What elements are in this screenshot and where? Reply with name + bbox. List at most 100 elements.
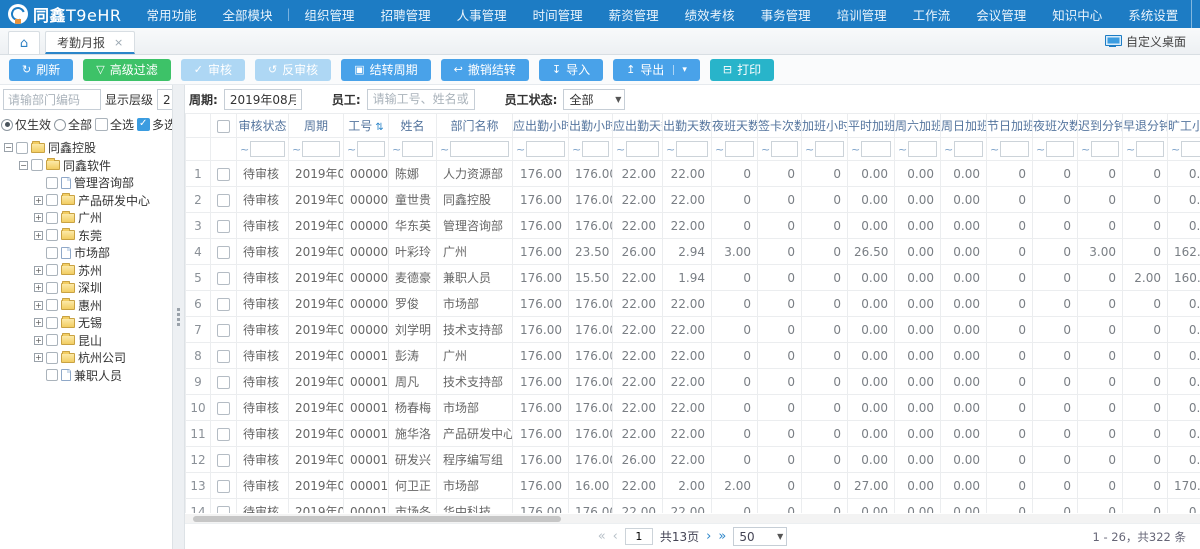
col-header-empno[interactable]: 工号 ⇅ <box>344 114 389 138</box>
tree-item-苏州[interactable]: +苏州 <box>2 262 172 280</box>
sort-icon[interactable]: ⇅ <box>372 122 384 133</box>
tree-checkbox[interactable] <box>46 299 58 311</box>
filter-input-absent[interactable] <box>1181 141 1200 157</box>
filter-input-d_act[interactable] <box>676 141 708 157</box>
刷新-button[interactable]: ↻刷新 <box>9 59 73 81</box>
filter-input-period[interactable] <box>302 141 340 157</box>
row-checkbox[interactable] <box>217 272 230 285</box>
nav-item-5[interactable]: 人事管理 <box>444 0 520 28</box>
option-全部[interactable]: 全部 <box>54 116 92 133</box>
col-header-ot_sun[interactable]: 周日加班 <box>941 114 987 138</box>
col-header-d_due[interactable]: 应出勤天数 <box>613 114 663 138</box>
expand-node-icon[interactable]: + <box>34 283 43 292</box>
nav-item-12[interactable]: 会议管理 <box>963 0 1039 28</box>
tree-checkbox[interactable] <box>46 317 58 329</box>
expand-node-icon[interactable]: + <box>34 336 43 345</box>
导出-button[interactable]: ↥导出▾ <box>613 59 700 81</box>
filter-input-h_act[interactable] <box>582 141 609 157</box>
nav-item-9[interactable]: 事务管理 <box>748 0 824 28</box>
tree-item-东莞[interactable]: +东莞 <box>2 227 172 245</box>
radio-全部[interactable] <box>54 119 66 131</box>
filter-input-ot_hol[interactable] <box>1000 141 1029 157</box>
nav-item-1[interactable]: 常用功能 <box>133 0 209 28</box>
employee-status-select[interactable]: 全部▼ <box>563 89 625 110</box>
tree-checkbox[interactable] <box>46 247 58 259</box>
col-header-period[interactable]: 周期 <box>289 114 344 138</box>
tree-item-兼职人员[interactable]: 兼职人员 <box>2 367 172 385</box>
sidebar-splitter[interactable] <box>172 85 185 549</box>
col-header-d_act[interactable]: 出勤天数 <box>663 114 712 138</box>
row-checkbox[interactable] <box>217 376 230 389</box>
tree-item-广州[interactable]: +广州 <box>2 209 172 227</box>
col-header-h_act[interactable]: 出勤小时 <box>569 114 613 138</box>
tree-checkbox[interactable] <box>46 194 58 206</box>
expand-node-icon[interactable]: + <box>34 318 43 327</box>
tree-item-深圳[interactable]: +深圳 <box>2 279 172 297</box>
tree-item-杭州公司[interactable]: +杭州公司 <box>2 349 172 367</box>
next-page-button[interactable]: › <box>706 530 711 543</box>
option-仅生效[interactable]: 仅生效 <box>1 116 51 133</box>
tab-home[interactable]: ⌂ <box>8 31 40 54</box>
custom-desktop-button[interactable]: 自定义桌面 <box>1105 33 1192 50</box>
prev-page-button[interactable]: ‹ <box>613 530 618 543</box>
select-all-checkbox[interactable] <box>217 120 230 133</box>
tree-checkbox[interactable] <box>46 334 58 346</box>
row-checkbox[interactable] <box>217 454 230 467</box>
filter-input-night_n[interactable] <box>1046 141 1074 157</box>
filter-input-name[interactable] <box>402 141 433 157</box>
col-header-sign[interactable]: 签卡次数 <box>758 114 802 138</box>
last-page-button[interactable]: » <box>718 530 726 543</box>
row-checkbox[interactable] <box>217 402 230 415</box>
page-size-select[interactable]: 50▼ <box>733 527 787 546</box>
filter-input-d_due[interactable] <box>626 141 659 157</box>
tab-attendance-report[interactable]: 考勤月报 × <box>45 31 135 54</box>
nav-item-13[interactable]: 知识中心 <box>1039 0 1115 28</box>
col-header-dept[interactable]: 部门名称 <box>437 114 513 138</box>
row-checkbox[interactable] <box>217 246 230 259</box>
employee-search-input[interactable] <box>367 89 475 110</box>
tree-checkbox[interactable] <box>46 369 58 381</box>
filter-input-ot[interactable] <box>815 141 844 157</box>
导入-button[interactable]: ↧导入 <box>539 59 603 81</box>
col-header-late[interactable]: 迟到分钟 <box>1078 114 1123 138</box>
col-header-early[interactable]: 早退分钟 <box>1123 114 1168 138</box>
col-header-h_due[interactable]: 应出勤小时 <box>513 114 569 138</box>
tree-checkbox[interactable] <box>16 142 28 154</box>
expand-node-icon[interactable]: + <box>34 301 43 310</box>
nav-item-2[interactable]: 全部模块 <box>209 0 285 28</box>
filter-input-ot_sat[interactable] <box>908 141 937 157</box>
checkbox-多选-checked[interactable] <box>137 118 150 131</box>
period-input[interactable] <box>224 89 302 110</box>
col-header-name[interactable]: 姓名 <box>389 114 437 138</box>
collapse-node-icon[interactable]: − <box>19 161 28 170</box>
col-header-night_d[interactable]: 夜班天数 <box>712 114 758 138</box>
col-header-absent[interactable]: 旷工小时 <box>1168 114 1200 138</box>
col-header-ot_sat[interactable]: 周六加班 <box>895 114 941 138</box>
row-checkbox[interactable] <box>217 298 230 311</box>
filter-input-night_d[interactable] <box>725 141 754 157</box>
结转周期-button[interactable]: ▣结转周期 <box>341 59 430 81</box>
row-checkbox[interactable] <box>217 168 230 181</box>
row-checkbox[interactable] <box>217 324 230 337</box>
tree-item-同鑫软件[interactable]: −同鑫软件 <box>2 157 172 175</box>
filter-input-empno[interactable] <box>357 141 385 157</box>
nav-item-8[interactable]: 绩效考核 <box>672 0 748 28</box>
dept-code-input[interactable] <box>3 89 101 110</box>
nav-item-14[interactable]: 系统设置 <box>1115 0 1191 28</box>
radio-仅生效-checked[interactable] <box>1 119 13 131</box>
tree-item-无锡[interactable]: +无锡 <box>2 314 172 332</box>
tree-checkbox[interactable] <box>46 264 58 276</box>
col-header-ot[interactable]: 加班小时 <box>802 114 848 138</box>
nav-item-11[interactable]: 工作流 <box>900 0 964 28</box>
打印-button[interactable]: ⊟打印 <box>710 59 774 81</box>
nav-item-6[interactable]: 时间管理 <box>520 0 596 28</box>
tree-checkbox[interactable] <box>46 352 58 364</box>
row-checkbox[interactable] <box>217 194 230 207</box>
col-header-ot_hol[interactable]: 节日加班 <box>987 114 1033 138</box>
col-header-audit[interactable]: 审核状态 <box>237 114 289 138</box>
checkbox-全选[interactable] <box>95 118 108 131</box>
tree-item-产品研发中心[interactable]: +产品研发中心 <box>2 192 172 210</box>
row-checkbox[interactable] <box>217 350 230 363</box>
page-number-input[interactable] <box>625 528 653 545</box>
col-header-ot_week[interactable]: 平时加班 <box>848 114 895 138</box>
